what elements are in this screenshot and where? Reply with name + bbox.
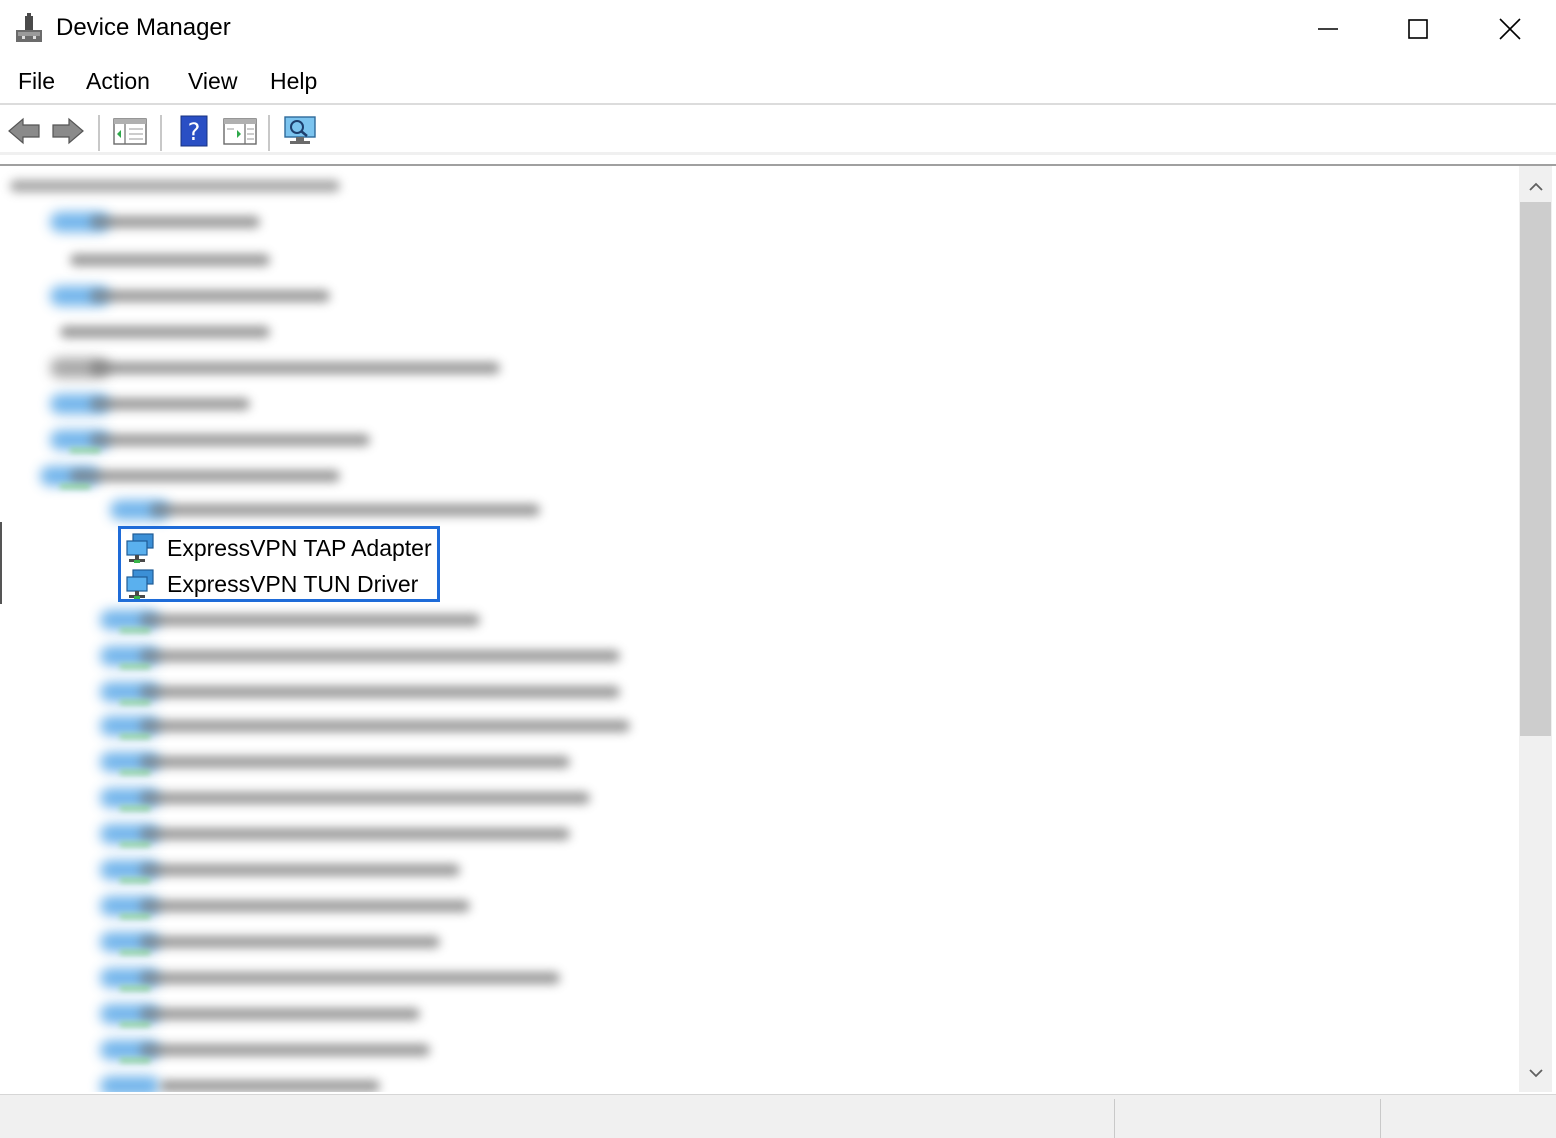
scan-hardware-changes-icon xyxy=(284,116,316,144)
blurred-row xyxy=(50,254,270,268)
scroll-up-button[interactable] xyxy=(1519,170,1552,204)
blurred-row xyxy=(100,610,480,633)
status-pane-divider xyxy=(1380,1099,1381,1138)
window-title: Device Manager xyxy=(56,14,231,41)
device-manager-app-icon xyxy=(14,12,44,44)
toolbar: ? xyxy=(0,105,1556,155)
device-item-expressvpn-tun-driver[interactable]: ExpressVPN TUN Driver xyxy=(125,567,418,601)
menu-help[interactable]: Help xyxy=(270,68,317,95)
blurred-row xyxy=(0,180,340,194)
toolbar-separator xyxy=(98,115,100,151)
blurred-row xyxy=(50,358,500,378)
menu-action[interactable]: Action xyxy=(86,68,150,95)
forward-arrow-icon xyxy=(52,117,84,145)
blurred-row xyxy=(100,752,570,775)
blurred-row xyxy=(100,1076,380,1092)
network-adapter-icon xyxy=(126,569,154,599)
close-icon xyxy=(1499,18,1521,40)
blurred-row xyxy=(110,500,540,520)
blurred-row xyxy=(100,932,440,955)
help-icon: ? xyxy=(180,115,208,147)
svg-text:?: ? xyxy=(188,118,201,146)
maximize-button[interactable] xyxy=(1372,0,1464,58)
menu-file[interactable]: File xyxy=(18,68,55,95)
help-button[interactable]: ? xyxy=(176,113,212,149)
device-label: ExpressVPN TUN Driver xyxy=(167,570,419,597)
show-hide-action-pane-icon xyxy=(223,118,257,145)
network-adapter-icon xyxy=(126,533,154,563)
status-bar xyxy=(0,1094,1556,1138)
chevron-down-icon xyxy=(1528,1069,1543,1078)
blurred-row xyxy=(100,788,590,811)
blurred-row xyxy=(100,968,560,991)
blurred-row xyxy=(100,682,620,705)
device-item-expressvpn-tap-adapter[interactable]: ExpressVPN TAP Adapter xyxy=(125,531,432,565)
vertical-scrollbar[interactable] xyxy=(1519,166,1552,1092)
tree-selection-marker xyxy=(0,522,2,604)
device-tree[interactable]: ExpressVPN TAP Adapter ExpressVPN TUN Dr… xyxy=(0,164,1556,1092)
show-hide-console-tree-icon xyxy=(113,118,147,145)
blurred-row xyxy=(50,430,370,453)
title-bar: Device Manager xyxy=(0,0,1556,58)
toolbar-divider xyxy=(0,152,1556,155)
forward-button[interactable] xyxy=(50,113,86,149)
blurred-row xyxy=(100,824,570,847)
scrollbar-thumb[interactable] xyxy=(1520,202,1551,736)
close-button[interactable] xyxy=(1464,0,1556,58)
minimize-button[interactable] xyxy=(1282,0,1374,58)
status-pane-divider xyxy=(1114,1099,1115,1138)
maximize-icon xyxy=(1408,19,1428,39)
blurred-row xyxy=(40,466,340,489)
toolbar-separator xyxy=(160,115,162,151)
show-hide-console-tree-button[interactable] xyxy=(112,113,148,149)
blurred-row xyxy=(100,1040,430,1063)
highlight-box: ExpressVPN TAP Adapter ExpressVPN TUN Dr… xyxy=(118,526,440,602)
blurred-row xyxy=(100,860,460,883)
toolbar-separator xyxy=(268,115,270,151)
menu-bar: File Action View Help xyxy=(0,58,1556,104)
blurred-row xyxy=(50,394,260,414)
blurred-row xyxy=(50,326,270,340)
blurred-row xyxy=(100,716,630,739)
scan-hardware-changes-button[interactable] xyxy=(282,113,318,149)
menu-view[interactable]: View xyxy=(188,68,237,95)
blurred-row xyxy=(100,1004,420,1027)
scroll-down-button[interactable] xyxy=(1519,1056,1552,1090)
blurred-row xyxy=(100,896,470,919)
blurred-row xyxy=(100,646,620,669)
back-arrow-icon xyxy=(8,117,40,145)
device-label: ExpressVPN TAP Adapter xyxy=(167,534,432,561)
blurred-row xyxy=(50,286,330,306)
chevron-up-icon xyxy=(1528,182,1543,191)
minimize-icon xyxy=(1318,28,1338,30)
show-hide-action-pane-button[interactable] xyxy=(222,113,258,149)
back-button[interactable] xyxy=(6,113,42,149)
blurred-row xyxy=(50,212,270,232)
